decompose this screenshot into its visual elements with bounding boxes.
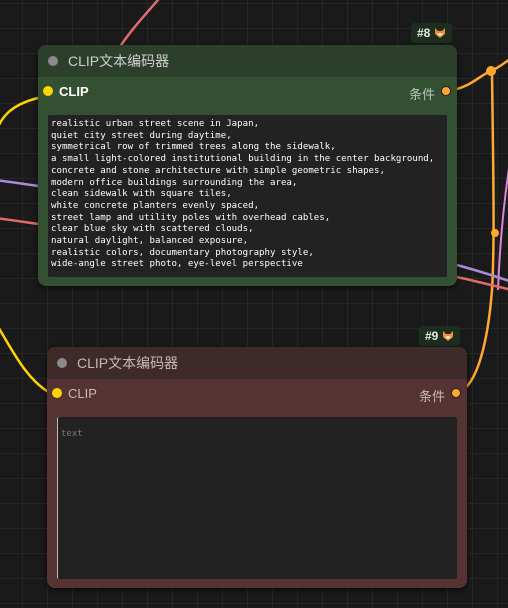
clip-input-label: CLIP bbox=[59, 84, 89, 99]
node-id-badge: #9 bbox=[419, 326, 461, 346]
node-id: #8 bbox=[417, 26, 431, 40]
conditioning-output-slot[interactable] bbox=[451, 388, 461, 398]
vae-link-wire bbox=[116, 0, 160, 51]
vae-link-wire-left bbox=[0, 217, 39, 226]
conditioning-link-wire-node9 bbox=[457, 70, 495, 395]
node-io-row: CLIP 条件 bbox=[47, 379, 467, 407]
vae-link-wire-right bbox=[456, 275, 508, 291]
node-header[interactable]: CLIP文本编码器 bbox=[47, 347, 467, 379]
collapse-toggle[interactable] bbox=[57, 358, 67, 368]
model-link-wire bbox=[0, 179, 39, 188]
reroute-dot bbox=[491, 229, 499, 237]
textarea-placeholder: text bbox=[61, 429, 83, 439]
fox-icon bbox=[435, 28, 446, 38]
reroute-dot bbox=[486, 66, 496, 76]
conditioning-output-label: 条件 bbox=[418, 389, 445, 404]
node-title: CLIP文本编码器 bbox=[68, 53, 170, 69]
clip-text-encode-node-9[interactable]: CLIP文本编码器 CLIP 条件 text bbox=[47, 347, 467, 588]
conditioning-output-slot[interactable] bbox=[441, 86, 451, 96]
conditioning-output-label: 条件 bbox=[408, 87, 435, 102]
node-title: CLIP文本编码器 bbox=[77, 355, 179, 371]
negative-prompt-textarea[interactable]: text bbox=[57, 417, 457, 579]
clip-input-slot[interactable] bbox=[43, 86, 53, 96]
clip-link-wire-node9 bbox=[0, 327, 53, 396]
clip-input-slot[interactable] bbox=[52, 388, 62, 398]
collapse-toggle[interactable] bbox=[48, 56, 58, 66]
prompt-text: realistic urban street scene in Japan, q… bbox=[51, 119, 435, 270]
node-header[interactable]: CLIP文本编码器 bbox=[38, 45, 457, 77]
node-id-badge: #8 bbox=[411, 23, 453, 43]
model-link-wire-right2 bbox=[456, 263, 508, 282]
clip-link-wire bbox=[0, 96, 39, 126]
clip-text-encode-node-8[interactable]: CLIP文本编码器 CLIP 条件 realistic urban street… bbox=[38, 45, 457, 286]
model-link-wire-right bbox=[497, 168, 508, 291]
clip-input-label: CLIP bbox=[68, 386, 97, 401]
node-io-row: CLIP 条件 bbox=[38, 77, 457, 105]
fox-icon bbox=[443, 331, 454, 341]
conditioning-link-wire bbox=[447, 59, 508, 93]
node-id: #9 bbox=[425, 329, 439, 343]
prompt-textarea[interactable]: realistic urban street scene in Japan, q… bbox=[48, 115, 447, 277]
